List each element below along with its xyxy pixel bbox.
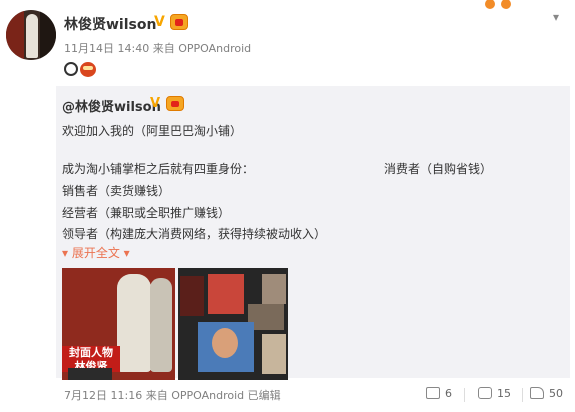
post-meta: 11月14日 14:40 来自 OPPOAndroid <box>64 40 251 56</box>
chevron-down-icon[interactable]: ▾ <box>553 10 559 24</box>
reposted-content: @林俊贤wilson V 欢迎加入我的（阿里巴巴淘小铺） 成为淘小铺掌柜之后就有… <box>56 86 570 380</box>
like-icon <box>530 387 544 399</box>
author-name[interactable]: 林俊贤wilson <box>64 14 156 34</box>
comment-icon <box>478 387 492 399</box>
repost-line-2: 成为淘小铺掌柜之后就有四重身份： <box>62 162 255 176</box>
post-source: 来自 OPPOAndroid <box>152 42 252 55</box>
emoji-face-icon <box>64 62 78 76</box>
expand-full-text-link[interactable]: ▾ 展开全文 ▾ <box>62 244 130 261</box>
footer-edited: 已编辑 <box>247 389 281 402</box>
weibo-card: 林俊贤wilson V 11月14日 14:40 来自 OPPOAndroid … <box>0 0 575 412</box>
repost-line-5: 领导者（构建庞大消费网络，获得持续被动收入） <box>62 227 327 241</box>
avatar[interactable] <box>6 10 56 60</box>
repost-vip-badge-icon <box>166 96 184 111</box>
repost-image-1[interactable]: 封面人物 林俊贤 <box>62 268 175 380</box>
repost-line-4: 经营者（兼职或全职推广赚钱） <box>62 206 231 220</box>
repost-line-1: 欢迎加入我的（阿里巴巴淘小铺） <box>62 124 243 138</box>
vip-badge-icon <box>170 14 188 30</box>
like-button[interactable]: 50 <box>530 387 563 400</box>
share-button[interactable]: 6 <box>426 387 452 400</box>
footer-time[interactable]: 7月12日 11:16 <box>64 389 142 402</box>
repost-verified-badge-icon: V <box>150 96 161 111</box>
repost-footer: 7月12日 11:16 来自 OPPOAndroid 已编辑 6 15 50 <box>0 380 575 412</box>
repost-line-right: 消费者（自购省钱） <box>384 162 493 176</box>
share-icon <box>426 387 440 399</box>
verified-badge-icon: V <box>154 14 165 30</box>
emoji-red-face-icon <box>80 62 96 77</box>
post-time[interactable]: 11月14日 14:40 <box>64 42 149 55</box>
footer-meta: 7月12日 11:16 来自 OPPOAndroid 已编辑 <box>64 387 281 403</box>
footer-source: 来自 OPPOAndroid <box>145 389 245 402</box>
repost-image-2[interactable] <box>178 268 288 380</box>
decoration-icon <box>485 0 545 9</box>
repost-line-3: 销售者（卖货赚钱） <box>62 184 171 198</box>
comment-button[interactable]: 15 <box>478 387 511 400</box>
repost-author[interactable]: @林俊贤wilson <box>62 96 161 115</box>
